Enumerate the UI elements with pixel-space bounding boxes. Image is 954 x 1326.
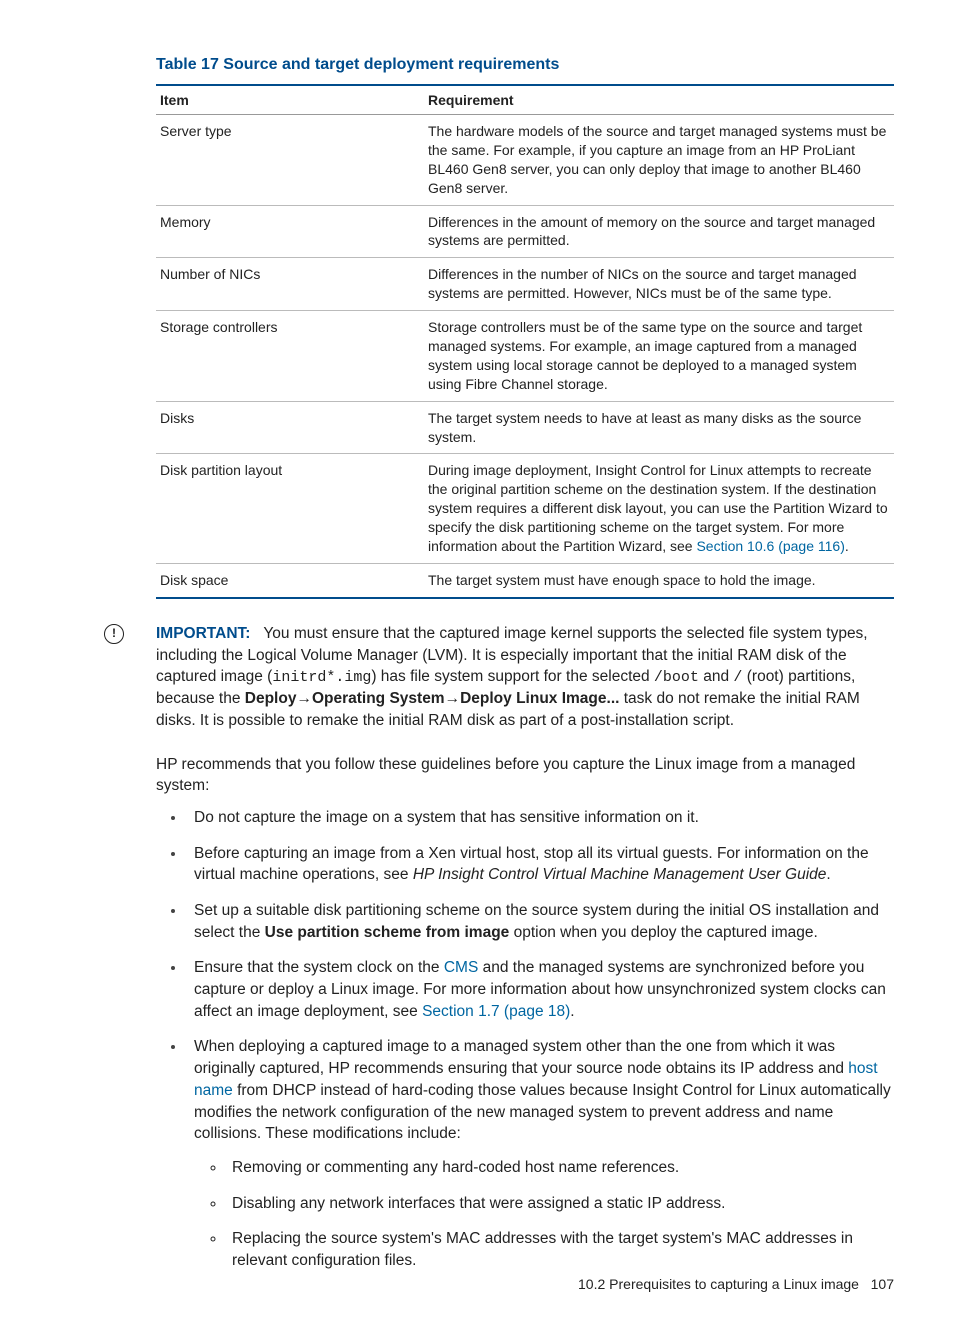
table-row: Disks The target system needs to have at… [156,401,894,454]
table-row: Disk space The target system must have e… [156,563,894,597]
table-row: Number of NICs Differences in the number… [156,258,894,311]
link-cms[interactable]: CMS [444,959,478,976]
cell-item: Disk partition layout [156,454,424,563]
link-section-1-7[interactable]: Section 1.7 (page 18) [422,1003,570,1020]
list-item: Replacing the source system's MAC addres… [226,1228,894,1271]
code-boot: /boot [654,669,699,686]
important-icon: ! [104,624,124,644]
header-requirement: Requirement [424,85,894,115]
code-initrd: initrd*.img [272,669,371,686]
guidelines-intro: HP recommends that you follow these guid… [156,754,894,797]
important-note: ! IMPORTANT: You must ensure that the ca… [156,623,894,732]
cell-req: During image deployment, Insight Control… [424,454,894,563]
cell-req: Storage controllers must be of the same … [424,311,894,402]
page-footer: 10.2 Prerequisites to capturing a Linux … [578,1276,894,1292]
guidelines-list: Do not capture the image on a system tha… [156,807,894,1272]
cell-req: Differences in the amount of memory on t… [424,205,894,258]
cell-req: Differences in the number of NICs on the… [424,258,894,311]
header-item: Item [156,85,424,115]
footer-section: 10.2 Prerequisites to capturing a Linux … [578,1276,859,1292]
cell-item: Disks [156,401,424,454]
option-bold: Use partition scheme from image [265,924,510,941]
cell-req: The target system must have enough space… [424,563,894,597]
table-header-row: Item Requirement [156,85,894,115]
table-row: Server type The hardware models of the s… [156,115,894,206]
list-item: When deploying a captured image to a man… [186,1036,894,1271]
important-label: IMPORTANT: [156,625,250,642]
cell-item: Number of NICs [156,258,424,311]
list-item: Set up a suitable disk partitioning sche… [186,900,894,943]
requirements-table: Item Requirement Server type The hardwar… [156,84,894,599]
cell-req: The hardware models of the source and ta… [424,115,894,206]
cell-item: Storage controllers [156,311,424,402]
sub-list: Removing or commenting any hard-coded ho… [198,1157,894,1272]
cell-req: The target system needs to have at least… [424,401,894,454]
table-row: Memory Differences in the amount of memo… [156,205,894,258]
link-section-10-6[interactable]: Section 10.6 (page 116) [696,538,844,554]
list-item: Before capturing an image from a Xen vir… [186,843,894,886]
menu-path: Deploy→Operating System→Deploy Linux Ima… [245,690,620,707]
table-title: Table 17 Source and target deployment re… [156,56,894,74]
list-item: Disabling any network interfaces that we… [226,1193,894,1215]
page: Table 17 Source and target deployment re… [0,0,954,1326]
list-item: Removing or commenting any hard-coded ho… [226,1157,894,1179]
cell-item: Server type [156,115,424,206]
cell-item: Disk space [156,563,424,597]
doc-title-italic: HP Insight Control Virtual Machine Manag… [413,866,827,883]
table-row: Storage controllers Storage controllers … [156,311,894,402]
footer-page-number: 107 [871,1276,894,1292]
table-row: Disk partition layout During image deplo… [156,454,894,563]
cell-item: Memory [156,205,424,258]
list-item: Ensure that the system clock on the CMS … [186,957,894,1022]
list-item: Do not capture the image on a system tha… [186,807,894,829]
